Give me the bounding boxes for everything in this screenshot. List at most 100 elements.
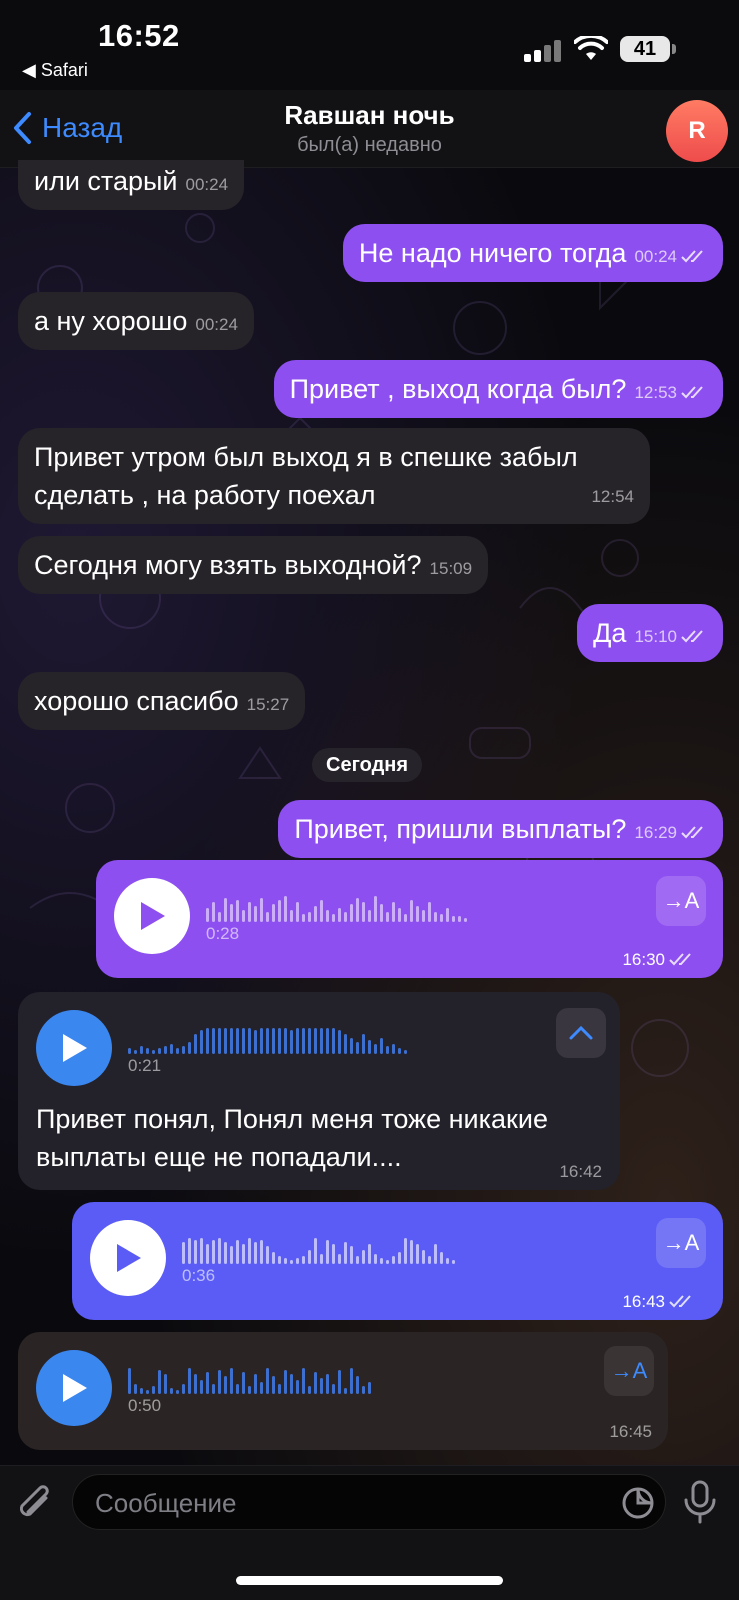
waveform-bar (266, 912, 269, 922)
message-bubble[interactable]: Да 15:10 (577, 604, 723, 662)
voice-message[interactable]: 0:36 →A 16:43 (72, 1202, 723, 1320)
waveform[interactable] (182, 1230, 455, 1264)
waveform-bar (380, 904, 383, 922)
waveform-bar (254, 1030, 257, 1054)
cellular-signal-icon (524, 40, 562, 62)
message-bubble[interactable]: или старый 00:24 (18, 160, 245, 210)
message-bubble[interactable]: Сегодня могу взять выходной? 15:09 (18, 536, 489, 594)
waveform-bar (416, 1244, 419, 1264)
waveform-bar (212, 1240, 215, 1264)
waveform-bar (218, 1028, 221, 1054)
waveform-bar (410, 900, 413, 922)
transcribe-button[interactable]: →A (656, 1218, 706, 1268)
back-to-safari[interactable]: ◀ Safari (22, 60, 88, 81)
waveform-bar (338, 1030, 341, 1054)
message-bubble[interactable]: а ну хорошо 00:24 (18, 292, 254, 350)
waveform-bar (182, 1242, 185, 1264)
waveform-bar (182, 1384, 185, 1394)
waveform-bar (464, 918, 467, 922)
message-bubble[interactable]: Не надо ничего тогда 00:24 (342, 224, 723, 282)
waveform-bar (404, 914, 407, 922)
waveform-bar (350, 1038, 353, 1054)
waveform-bar (320, 1028, 323, 1054)
voice-duration: 0:50 (128, 1396, 162, 1415)
waveform-bar (242, 1372, 245, 1394)
waveform-bar (278, 1028, 281, 1054)
play-icon (63, 1034, 87, 1062)
waveform-bar (134, 1050, 137, 1054)
message-time: 16:43 (622, 1292, 695, 1312)
waveform-bar (278, 1256, 281, 1264)
waveform-bar (398, 1252, 401, 1264)
voice-message[interactable]: 0:50 →A 16:45 (18, 1332, 668, 1450)
waveform-bar (218, 1370, 221, 1394)
waveform-bar (272, 1376, 275, 1394)
waveform-bar (452, 916, 455, 922)
sticker-icon[interactable] (621, 1486, 655, 1520)
waveform-bar (320, 1378, 323, 1394)
play-button[interactable] (114, 878, 190, 954)
waveform-bar (164, 1046, 167, 1054)
voice-message[interactable]: 0:21 Привет понял, Понял меня тоже никак… (18, 992, 620, 1190)
waveform-bar (128, 1368, 131, 1394)
waveform-bar (152, 1050, 155, 1054)
message-bubble[interactable]: хорошо спасибо 15:27 (18, 672, 306, 730)
waveform-bar (284, 1258, 287, 1264)
waveform-bar (254, 906, 257, 922)
waveform-bar (410, 1240, 413, 1264)
transcribe-button[interactable]: →A (656, 876, 706, 926)
waveform-bar (194, 1034, 197, 1054)
waveform[interactable] (128, 1020, 407, 1054)
waveform-bar (380, 1038, 383, 1054)
waveform-bar (326, 1028, 329, 1054)
waveform-bar (242, 910, 245, 922)
waveform-bar (290, 910, 293, 922)
waveform-bar (206, 1244, 209, 1264)
voice-message[interactable]: 0:28 →A 16:30 (96, 860, 723, 978)
waveform-bar (404, 1050, 407, 1054)
transcribe-button[interactable]: →A (604, 1346, 654, 1396)
play-button[interactable] (36, 1350, 112, 1426)
waveform-bar (248, 1028, 251, 1054)
message-bubble[interactable]: Привет , выход когда был? 12:53 (273, 360, 723, 418)
waveform[interactable] (128, 1360, 371, 1394)
waveform-bar (212, 1028, 215, 1054)
waveform-bar (434, 912, 437, 922)
message-time: 16:45 (609, 1422, 652, 1441)
message-input[interactable]: Сообщение (72, 1474, 666, 1530)
waveform-bar (362, 902, 365, 922)
waveform-bar (386, 912, 389, 922)
message-bubble[interactable]: Привет утром был выход я в спешке забыл … (18, 428, 650, 524)
avatar[interactable]: R (666, 100, 728, 162)
waveform-bar (224, 898, 227, 922)
chat-title[interactable]: Rавшан ночь (0, 100, 739, 131)
play-button[interactable] (36, 1010, 112, 1086)
waveform-bar (302, 914, 305, 922)
waveform-bar (326, 1240, 329, 1264)
waveform-bar (356, 898, 359, 922)
message-time: 00:24 (634, 247, 677, 266)
waveform-bar (446, 1258, 449, 1264)
message-bubble[interactable]: Привет, пришли выплаты? 16:29 (278, 800, 723, 858)
waveform-bar (392, 1256, 395, 1264)
message-text: Привет утром был выход я в спешке забыл … (34, 442, 578, 510)
input-bar: Сообщение (0, 1465, 739, 1600)
play-button[interactable] (90, 1220, 166, 1296)
paperclip-icon[interactable] (16, 1484, 58, 1526)
microphone-icon[interactable] (682, 1480, 718, 1524)
waveform-bar (236, 1384, 239, 1394)
waveform-bar (344, 1034, 347, 1054)
waveform-bar (176, 1390, 179, 1394)
waveform-bar (308, 1386, 311, 1394)
waveform-bar (284, 1370, 287, 1394)
waveform[interactable] (206, 888, 467, 922)
waveform-bar (284, 1028, 287, 1054)
message-text: хорошо спасибо (34, 686, 239, 716)
waveform-bar (230, 1028, 233, 1054)
waveform-bar (242, 1244, 245, 1264)
play-icon (141, 902, 165, 930)
waveform-bar (242, 1028, 245, 1054)
waveform-bar (362, 1250, 365, 1264)
waveform-bar (278, 900, 281, 922)
collapse-transcript-button[interactable] (556, 1008, 606, 1058)
